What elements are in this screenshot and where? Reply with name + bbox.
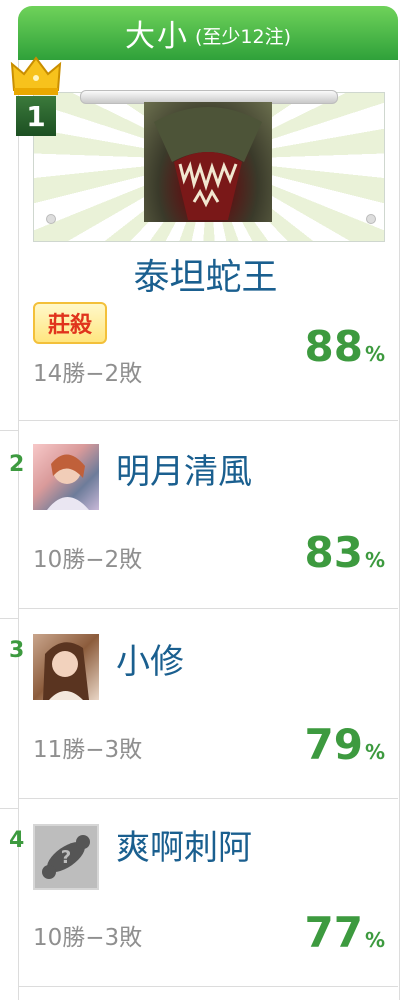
win-percent-rank-3: 79% <box>304 720 386 769</box>
player-name-rank-2[interactable]: 明月清風 <box>116 444 252 493</box>
record-rank-1: 14勝−2敗 <box>33 361 143 387</box>
row-divider <box>18 420 398 421</box>
svg-text:?: ? <box>61 847 71 868</box>
row-divider <box>18 986 398 987</box>
avatar-rank-2[interactable] <box>33 444 99 510</box>
row-divider <box>18 608 398 609</box>
rank-tab <box>0 430 18 441</box>
avatar-rank-3[interactable] <box>33 634 99 700</box>
record-rank-2: 10勝−2敗 <box>33 547 143 573</box>
rank-1-badge: 1 <box>16 96 56 136</box>
record-rank-3: 11勝−3敗 <box>33 737 143 763</box>
crown-icon <box>10 56 62 95</box>
player-name-rank-4[interactable]: 爽啊刺阿 <box>116 820 252 869</box>
win-percent-rank-1: 88% <box>304 322 386 371</box>
rank-4-number: 4 <box>9 828 25 853</box>
record-rank-4: 10勝−3敗 <box>33 925 143 951</box>
frame-pin-left <box>46 214 56 224</box>
rank-tab <box>0 618 18 629</box>
win-percent-rank-4: 77% <box>304 908 386 957</box>
rank-tab <box>0 808 18 819</box>
avatar-rank-1[interactable] <box>144 102 272 222</box>
rank-3-number: 3 <box>9 638 25 663</box>
win-percent-rank-2: 83% <box>304 528 386 577</box>
question-avatar-icon[interactable]: ? <box>33 824 99 890</box>
header-title: 大小 <box>124 19 189 54</box>
banker-kill-badge: 莊殺 <box>33 302 107 344</box>
frame-pin-right <box>366 214 376 224</box>
rank-2-number: 2 <box>9 452 25 477</box>
header-subtitle: (至少12注) <box>194 25 291 48</box>
row-divider <box>18 798 398 799</box>
leaderboard-header: 大小 (至少12注) <box>18 6 398 60</box>
player-name-rank-3[interactable]: 小修 <box>116 634 184 683</box>
player-name-rank-1[interactable]: 泰坦蛇王 <box>0 248 411 300</box>
